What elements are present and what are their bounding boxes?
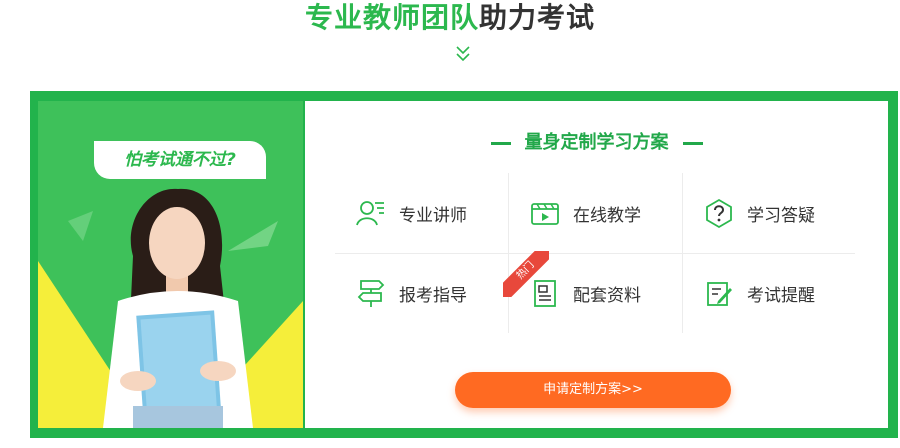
- feature-grid: 专业讲师 在线教学 学习答疑 报考指导 配套资料 考试提醒: [335, 173, 855, 333]
- feature-label: 考试提醒: [747, 285, 815, 306]
- feature-label: 在线教学: [573, 205, 641, 226]
- heading-green-part: 专业教师团队: [304, 1, 479, 34]
- plan-title-text: 量身定制学习方案: [524, 132, 669, 153]
- hot-badge-label: 热门: [503, 251, 549, 297]
- feature-item: 在线教学: [509, 173, 683, 253]
- feature-label: 配套资料: [573, 285, 641, 306]
- feature-item: 学习答疑: [683, 173, 857, 253]
- question-icon: [706, 198, 732, 229]
- teacher-photo: [103, 188, 253, 428]
- plan-title: 量身定制学习方案: [305, 131, 888, 155]
- video-icon: [531, 203, 559, 225]
- title-dash-left: [490, 141, 511, 145]
- feature-label: 学习答疑: [747, 205, 815, 226]
- feature-label: 报考指导: [399, 285, 467, 306]
- teacher-icon: [356, 201, 384, 226]
- apply-plan-button[interactable]: 申请定制方案>>: [455, 372, 731, 408]
- section-heading: 专业教师团队助力考试: [0, 0, 900, 36]
- edit-icon: [707, 282, 732, 306]
- promo-frame: 怕考试通不过? 量身定制学习方案 专业讲师 在线教学 学习答疑 报考指导 配套资…: [30, 91, 898, 438]
- feature-item: 专业讲师: [335, 173, 509, 253]
- heading-dark-part: 助力考试: [479, 1, 596, 34]
- promo-bubble: 怕考试通不过?: [94, 141, 266, 179]
- hot-badge: 热门: [503, 251, 549, 297]
- title-dash-right: [682, 141, 703, 145]
- promo-banner: 怕考试通不过?: [38, 101, 303, 428]
- plan-panel: 量身定制学习方案 专业讲师 在线教学 学习答疑 报考指导 配套资料 考试提醒 热…: [305, 101, 888, 428]
- feature-label: 专业讲师: [399, 205, 467, 226]
- feature-item: 考试提醒: [683, 253, 857, 333]
- signpost-icon: [357, 280, 385, 307]
- double-chevron-down-icon: [456, 46, 470, 62]
- feature-item: 报考指导: [335, 253, 509, 333]
